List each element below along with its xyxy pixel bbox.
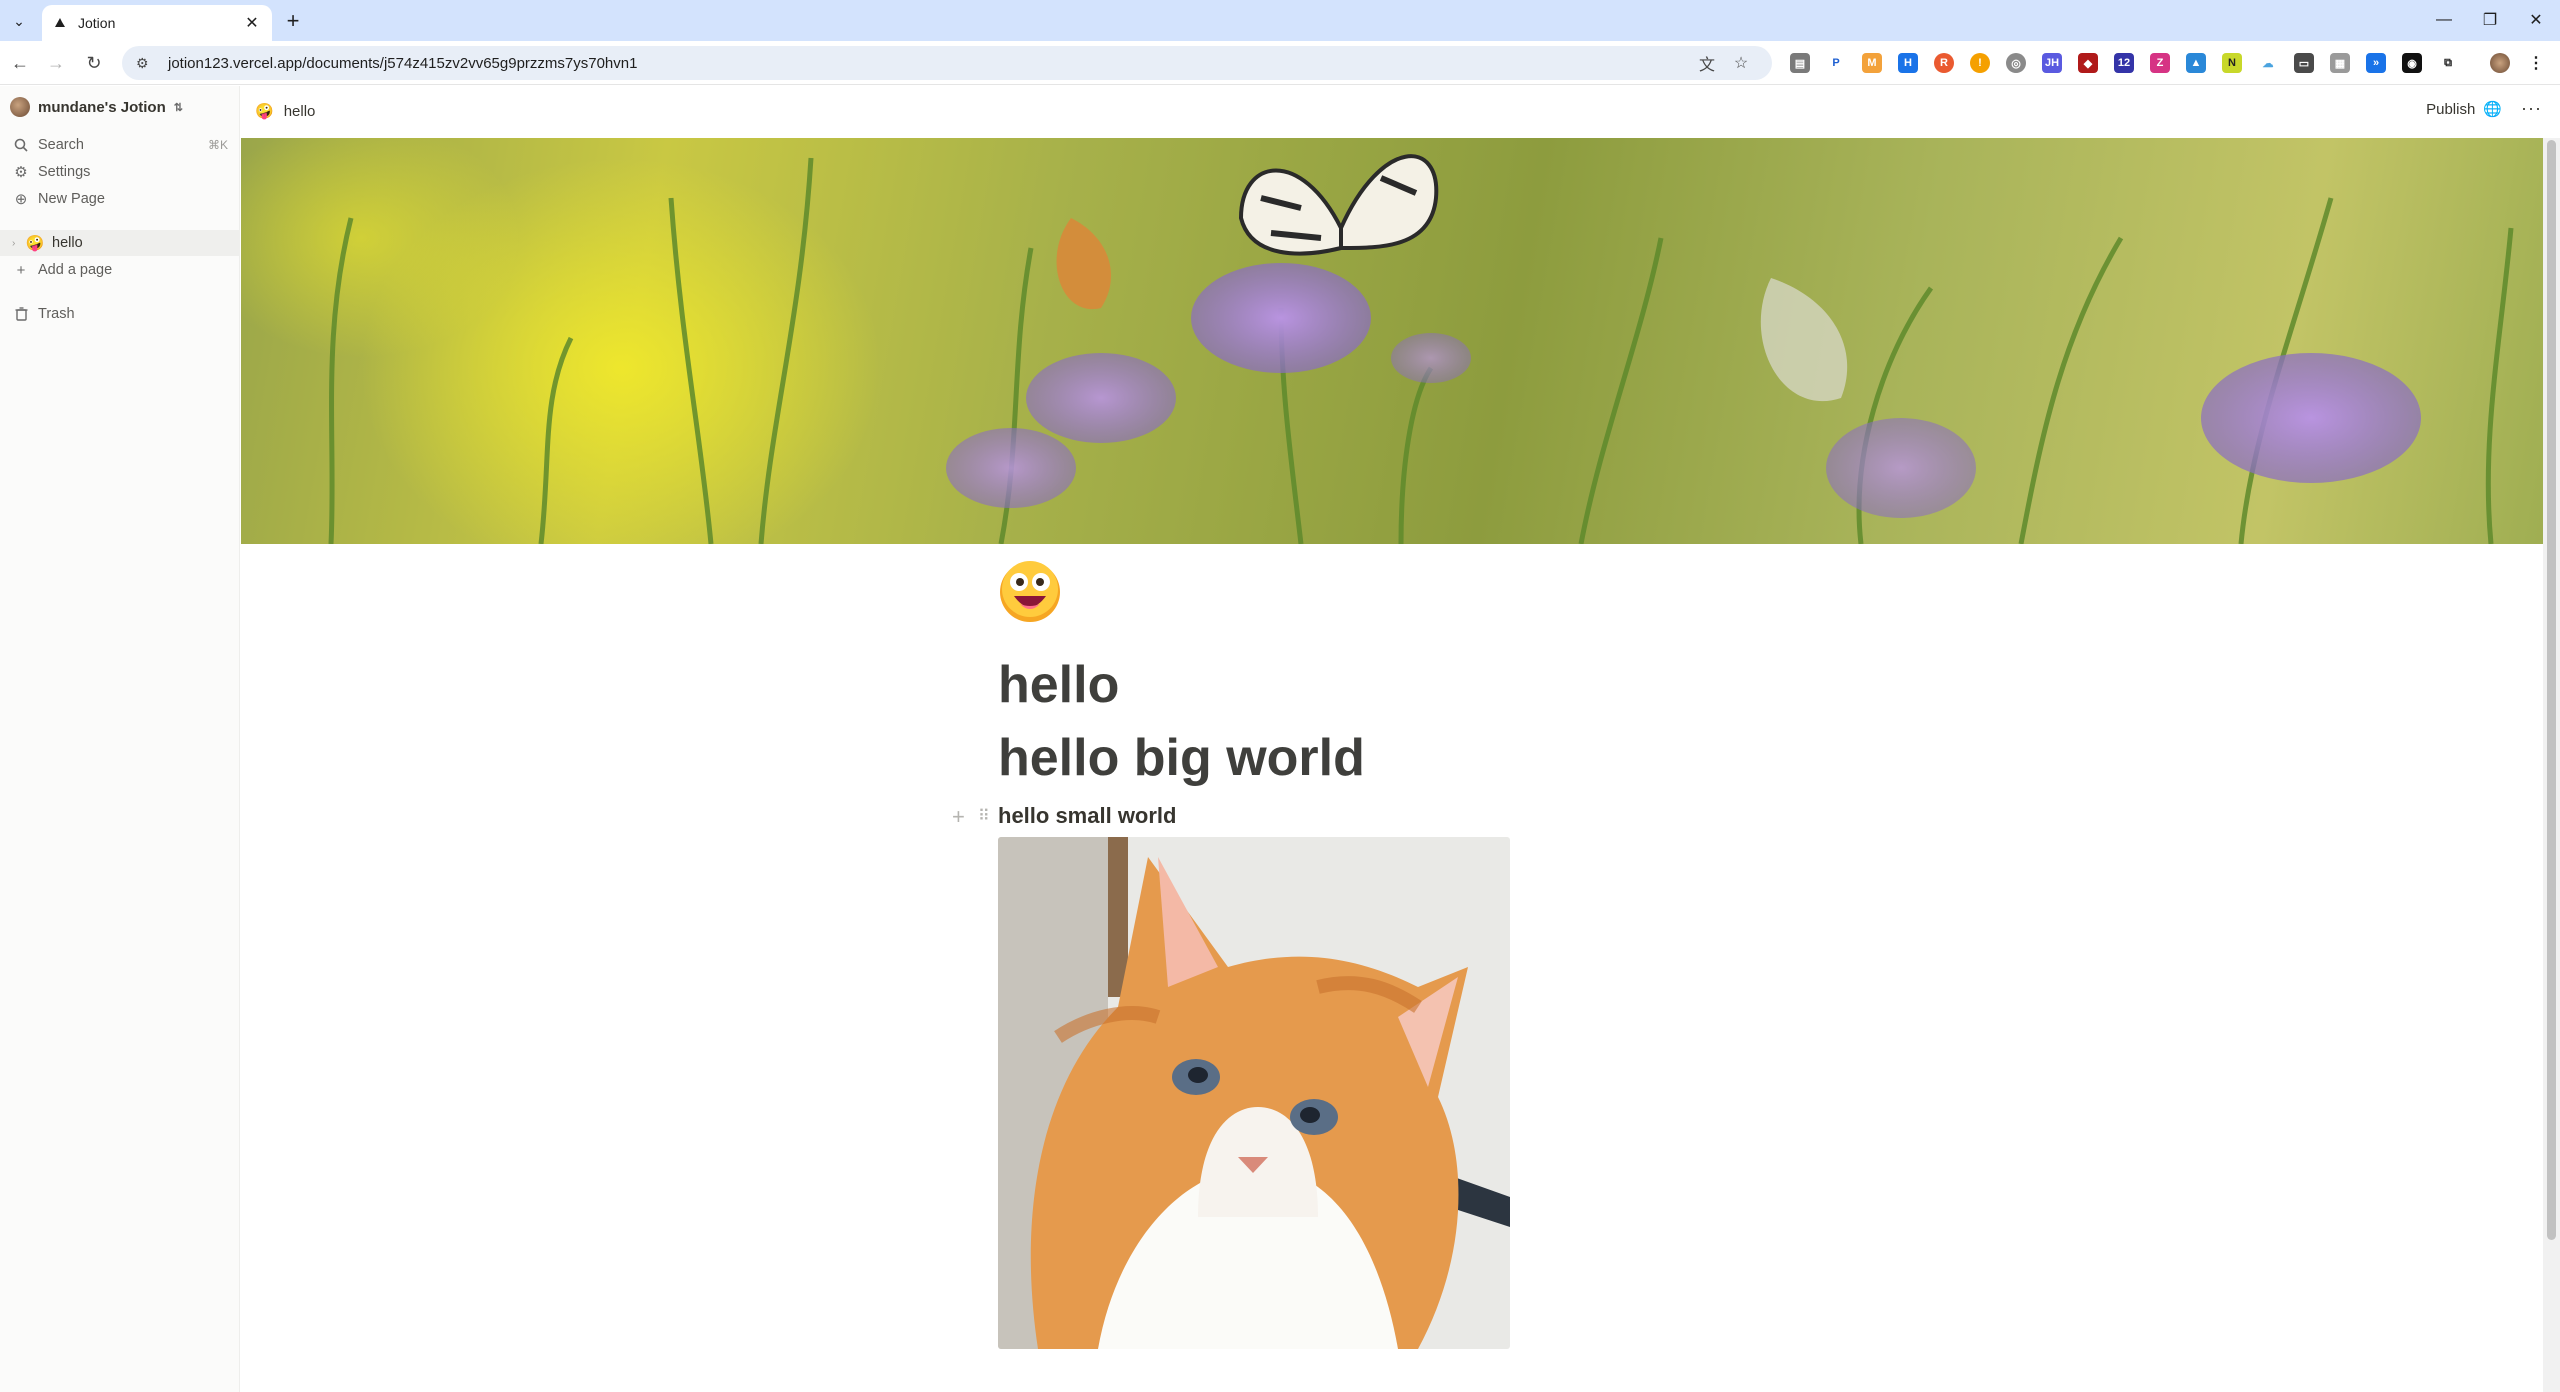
- extension-icon[interactable]: ▤: [1790, 53, 1810, 73]
- extension-icon[interactable]: ☁: [2258, 53, 2278, 73]
- breadcrumb-emoji-icon: 🤪: [255, 103, 274, 120]
- settings-gear-icon: ⚙: [14, 164, 28, 181]
- extension-icon[interactable]: JH: [2042, 53, 2062, 73]
- extension-icon[interactable]: ▲: [2186, 53, 2206, 73]
- extension-icon[interactable]: »: [2366, 53, 2386, 73]
- main-scrollbar[interactable]: [2543, 138, 2560, 1392]
- more-options-button[interactable]: ···: [2521, 98, 2542, 119]
- search-shortcut: ⌘K: [207, 138, 228, 152]
- trash-icon: [12, 307, 30, 321]
- jotion-favicon-icon: [52, 15, 68, 31]
- site-settings-icon[interactable]: ⚙: [136, 55, 156, 72]
- extension-icon[interactable]: ▦: [2330, 53, 2350, 73]
- heading-3-block[interactable]: hello small world: [998, 803, 1176, 829]
- extension-icon[interactable]: P: [1826, 53, 1846, 73]
- extension-icon[interactable]: !: [1970, 53, 1990, 73]
- page-emoji-icon: 🤪: [25, 235, 45, 252]
- cover-image: [241, 138, 2543, 544]
- sidebar-item-add-page[interactable]: + Add a page: [0, 257, 240, 283]
- image-block[interactable]: [998, 837, 1510, 1349]
- tab-title: Jotion: [78, 15, 116, 31]
- sidebar-item-label: Search: [38, 137, 84, 153]
- sidebar-item-label: hello: [52, 235, 83, 251]
- plus-circle-icon: ⊕: [14, 191, 28, 208]
- sidebar-item-page-hello[interactable]: › 🤪 hello: [0, 230, 240, 256]
- close-window-icon[interactable]: ✕: [2516, 6, 2556, 34]
- tab-search-chevron-icon[interactable]: ⌄: [6, 8, 32, 34]
- browser-tabstrip: ⌄ Jotion ✕ + — ❐ ✕: [0, 0, 2560, 41]
- sidebar-item-settings[interactable]: ⚙ Settings: [0, 159, 240, 185]
- extension-icon[interactable]: M: [1862, 53, 1882, 73]
- scrollbar-thumb[interactable]: [2547, 140, 2556, 1240]
- breadcrumb-title: hello: [283, 102, 316, 120]
- sidebar-item-search[interactable]: Search ⌘K: [0, 132, 240, 158]
- restore-window-icon[interactable]: ❐: [2470, 6, 2510, 34]
- page-emoji-icon[interactable]: [998, 560, 1062, 624]
- sidebar-item-trash[interactable]: Trash: [0, 301, 240, 327]
- avatar: [10, 97, 30, 117]
- profile-avatar[interactable]: [2490, 53, 2510, 73]
- sidebar-item-label: Settings: [38, 164, 91, 180]
- sidebar-item-label: New Page: [38, 191, 105, 207]
- globe-icon: 🌐: [2483, 101, 2502, 118]
- reload-icon[interactable]: ↻: [80, 49, 108, 77]
- publish-button[interactable]: Publish 🌐: [2426, 100, 2502, 119]
- cover-flowers-illustration: [241, 138, 2514, 544]
- sidebar-item-new-page[interactable]: ⊕ New Page: [0, 186, 240, 212]
- translate-icon[interactable]: 文: [1690, 49, 1724, 77]
- minimize-window-icon[interactable]: —: [2424, 6, 2464, 34]
- extension-icon[interactable]: ▭: [2294, 53, 2314, 73]
- sidebar: mundane's Jotion ⇅ Search ⌘K ⚙ Settings …: [0, 86, 240, 1392]
- plus-icon: +: [16, 261, 26, 279]
- workspace-name: mundane's Jotion: [38, 98, 166, 116]
- extension-icon[interactable]: N: [2222, 53, 2242, 73]
- extension-icon[interactable]: 12: [2114, 53, 2134, 73]
- close-tab-icon[interactable]: ✕: [242, 13, 262, 33]
- browser-tab-active[interactable]: Jotion ✕: [42, 5, 272, 41]
- publish-label: Publish: [2426, 100, 2476, 118]
- extension-icon[interactable]: H: [1898, 53, 1918, 73]
- extension-icon[interactable]: ◉: [2402, 53, 2422, 73]
- sidebar-item-label: Add a page: [38, 262, 113, 278]
- address-url[interactable]: jotion123.vercel.app/documents/j574z415z…: [168, 55, 1690, 72]
- drag-handle-icon[interactable]: ⠿: [978, 806, 990, 826]
- extensions-puzzle-icon[interactable]: ⧉: [2438, 53, 2458, 73]
- workspace-switcher[interactable]: mundane's Jotion ⇅: [10, 96, 183, 118]
- add-block-plus-icon[interactable]: +: [952, 804, 965, 830]
- heading-1-block[interactable]: hello big world: [998, 728, 1365, 788]
- browser-toolbar: ← → ↻ ⚙ jotion123.vercel.app/documents/j…: [0, 41, 2560, 85]
- breadcrumb[interactable]: 🤪 hello: [255, 102, 316, 121]
- extension-icon[interactable]: R: [1934, 53, 1954, 73]
- back-icon[interactable]: ←: [6, 49, 34, 77]
- document-topbar: 🤪 hello Publish 🌐 ···: [241, 86, 2560, 138]
- new-tab-button[interactable]: +: [280, 8, 306, 34]
- extension-icon[interactable]: ◆: [2078, 53, 2098, 73]
- forward-icon[interactable]: →: [42, 49, 70, 77]
- sidebar-item-label: Trash: [38, 306, 75, 322]
- chevron-right-icon[interactable]: ›: [12, 238, 26, 249]
- extension-icon[interactable]: Z: [2150, 53, 2170, 73]
- bookmark-star-icon[interactable]: ☆: [1724, 49, 1758, 77]
- page-title[interactable]: hello: [998, 655, 1119, 715]
- browser-menu-icon[interactable]: ⋮: [2526, 53, 2546, 73]
- address-bar[interactable]: ⚙ jotion123.vercel.app/documents/j574z41…: [122, 46, 1772, 80]
- search-icon: [12, 138, 30, 152]
- cat-photo-illustration: [998, 837, 1510, 1349]
- chevrons-up-down-icon: ⇅: [173, 101, 183, 114]
- extension-icon[interactable]: ◎: [2006, 53, 2026, 73]
